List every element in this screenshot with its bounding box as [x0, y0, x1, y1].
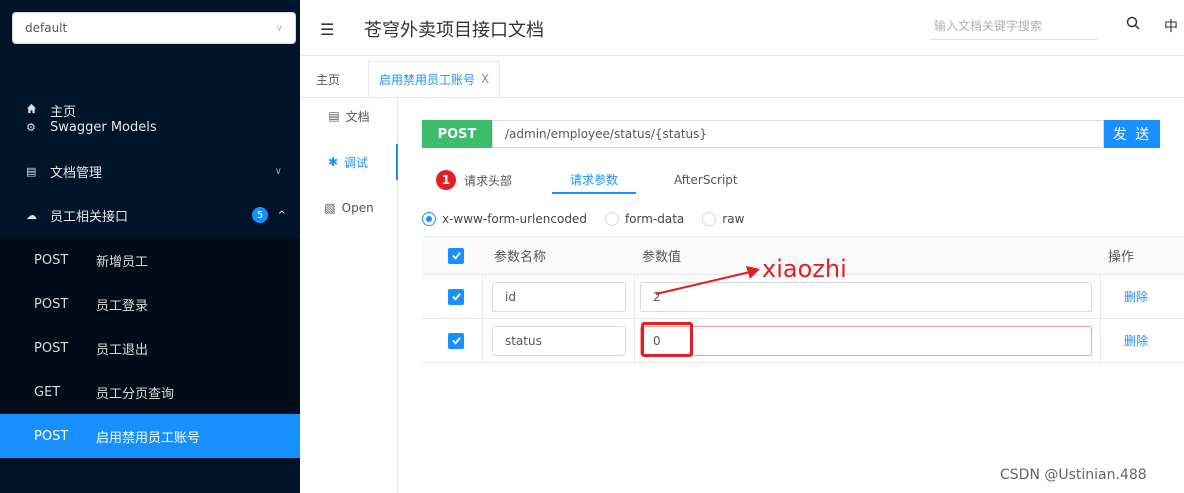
search-icon[interactable]	[1126, 16, 1140, 34]
param-value-cell: 0	[640, 319, 1092, 362]
sub-item-label: 新增员工	[96, 254, 149, 270]
param-name-cell: id	[492, 275, 626, 318]
chevron-up-icon: ^	[277, 209, 286, 221]
sub-item-enable-disable-account[interactable]: POST 启用禁用员工账号	[0, 414, 300, 458]
search-input[interactable]	[930, 12, 1098, 40]
method-label: GET	[34, 384, 61, 400]
check-icon	[448, 288, 464, 305]
api-subnav: ▤ 文档 ✱ 调试 ▧ Open	[300, 98, 398, 493]
page-title: 苍穹外卖项目接口文档	[364, 20, 544, 41]
radio-dot	[702, 212, 717, 226]
param-name-input[interactable]: status	[492, 325, 626, 356]
radio-label: raw	[722, 212, 745, 226]
check-icon	[448, 332, 464, 349]
subnav-label: 调试	[344, 155, 369, 170]
menu-item-employee-api[interactable]: ☁ 员工相关接口 5 ^	[0, 193, 300, 237]
check-icon	[448, 247, 464, 264]
radio-dot	[604, 212, 619, 226]
param-value-input[interactable]: 0	[640, 325, 1092, 356]
group-select-value: default	[25, 21, 68, 35]
header: ☰ 苍穹外卖项目接口文档 中	[300, 0, 1184, 56]
ptab-label: AfterScript	[674, 173, 738, 187]
method-label: POST	[34, 340, 69, 356]
delete-label: 删除	[1124, 334, 1149, 348]
select-all-checkbox[interactable]	[448, 237, 464, 274]
sub-item-employee-page-query[interactable]: GET 员工分页查询	[0, 370, 300, 414]
menu-label: 员工相关接口	[50, 209, 129, 225]
chevron-down-icon: ∨	[274, 165, 282, 177]
tab-afterscript[interactable]: AfterScript	[674, 166, 738, 194]
delete-link[interactable]: 删除	[1124, 275, 1148, 318]
subnav-item-doc[interactable]: ▤ 文档	[300, 98, 398, 134]
debug-icon: ✱	[327, 155, 339, 169]
chevron-down-icon: ∨	[275, 22, 283, 34]
language-toggle[interactable]: 中	[1164, 16, 1178, 36]
content-type-radios: x-www-form-urlencoded form-data raw	[422, 210, 762, 228]
sub-item-label: 员工分页查询	[96, 386, 175, 402]
doc-manage-icon: ▤	[26, 164, 37, 178]
tab-request-headers[interactable]: 1 请求头部	[436, 166, 512, 194]
method-tag: POST	[422, 120, 492, 148]
column-header-action: 操作	[1108, 250, 1135, 265]
menu-label: 文档管理	[50, 165, 103, 181]
table-row: status 0 删除	[422, 319, 1184, 363]
radio-raw[interactable]: raw	[702, 212, 744, 226]
radio-dot	[422, 212, 436, 226]
watermark: CSDN @Ustinian.488	[1000, 467, 1147, 483]
count-badge: 5	[252, 207, 268, 223]
annotation-highlight-box	[641, 322, 693, 357]
method-label: POST	[34, 296, 69, 312]
send-button[interactable]: 发 送	[1104, 120, 1160, 148]
tab-bar: 主页 启用禁用员工账号 X	[300, 57, 1184, 98]
subnav-label: 文档	[345, 109, 370, 124]
headers-count-badge: 1	[436, 170, 456, 190]
sub-item-label: 员工登录	[96, 298, 149, 314]
sub-item-employee-logout[interactable]: POST 员工退出	[0, 326, 300, 370]
tab-request-params[interactable]: 请求参数	[552, 166, 637, 194]
subnav-label: Open	[341, 201, 374, 215]
radio-label: x-www-form-urlencoded	[442, 212, 587, 226]
row-checkbox[interactable]	[448, 319, 464, 362]
menu-item-doc-manage[interactable]: ▤ 文档管理 ∨	[0, 149, 300, 193]
menu-label: Swagger Models	[50, 119, 157, 135]
sidebar: default ∨ 主页 ⚙ Swagger Models ▤ 文档管理 ∨ ☁…	[0, 0, 300, 493]
delete-link[interactable]: 删除	[1124, 319, 1148, 362]
annotation-text: xiaozhi	[762, 255, 847, 283]
sub-item-label: 员工退出	[96, 342, 149, 358]
delete-label: 删除	[1124, 290, 1149, 304]
sub-item-add-employee[interactable]: POST 新增员工	[0, 238, 300, 282]
method-label: POST	[34, 252, 69, 268]
sub-item-label: 启用禁用员工账号	[96, 430, 201, 446]
sub-item-employee-login[interactable]: POST 员工登录	[0, 282, 300, 326]
radio-urlencoded[interactable]: x-www-form-urlencoded	[422, 212, 587, 226]
param-name-cell: status	[492, 319, 626, 362]
menu-toggle-icon[interactable]: ☰	[320, 20, 334, 39]
method-label: POST	[34, 428, 69, 444]
subnav-item-debug[interactable]: ✱ 调试	[300, 144, 398, 180]
radio-label: form-data	[624, 212, 685, 226]
models-icon: ⚙	[26, 120, 36, 134]
ptab-label: 请求参数	[570, 172, 619, 187]
tab-home[interactable]: 主页	[306, 61, 350, 97]
close-icon[interactable]: X	[481, 72, 489, 86]
menu-item-swagger-models[interactable]: ⚙ Swagger Models	[0, 105, 300, 149]
annotation-arrow	[655, 266, 760, 295]
tab-label: 启用禁用员工账号	[379, 72, 476, 87]
column-header-name: 参数名称	[494, 250, 547, 265]
group-select[interactable]: default ∨	[12, 12, 296, 44]
doc-icon: ▤	[328, 109, 340, 123]
ptab-label: 请求头部	[464, 173, 513, 188]
url-value: /admin/employee/status/{status}	[505, 127, 708, 141]
url-input[interactable]: /admin/employee/status/{status}	[492, 120, 1104, 148]
tab-label: 主页	[316, 72, 341, 87]
row-checkbox[interactable]	[448, 275, 464, 318]
tab-enable-disable-account[interactable]: 启用禁用员工账号 X	[368, 61, 501, 97]
radio-form-data[interactable]: form-data	[604, 212, 685, 226]
open-icon: ▧	[324, 201, 336, 215]
subnav-item-open[interactable]: ▧ Open	[300, 190, 398, 226]
param-name-input[interactable]: id	[492, 281, 626, 312]
param-table: 参数名称 参数值 操作 id 2 删除 status 0 删除	[422, 236, 1184, 363]
submenu: POST 新增员工 POST 员工登录 POST 员工退出 GET 员工分页查询…	[0, 238, 300, 458]
cloud-icon: ☁	[26, 208, 37, 222]
